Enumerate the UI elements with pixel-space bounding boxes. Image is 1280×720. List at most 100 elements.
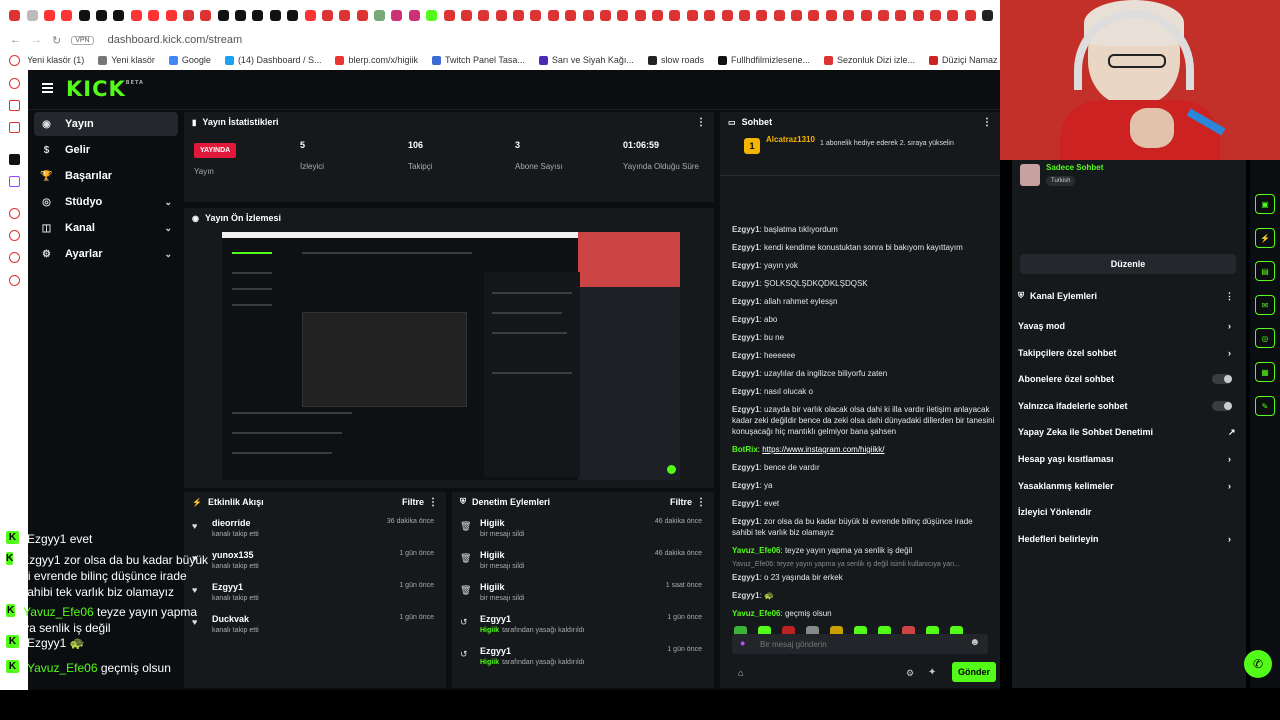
gift-icon[interactable]: ⌂	[738, 668, 743, 678]
chat-message[interactable]: Ezgyy1: heeeeee	[720, 346, 995, 364]
message-input-box[interactable]: ● ☻	[732, 634, 988, 654]
sidebar-app-icon[interactable]	[9, 208, 20, 219]
nav-item-stüdyo[interactable]: ◎ Stüdyo ⌄	[34, 190, 178, 214]
chat-message[interactable]: Yavuz_Efe06: teyze yayın yapma ya senlik…	[720, 541, 995, 559]
sidebar-app-icon[interactable]	[9, 100, 20, 111]
send-button[interactable]: Gönder	[952, 662, 996, 682]
tab-favicon-icon[interactable]	[825, 9, 837, 21]
wrench-icon[interactable]: ✎	[1255, 396, 1275, 416]
stream-preview[interactable]	[222, 232, 680, 480]
bookmark-item[interactable]: Fullhdfilmizlesene...	[717, 55, 810, 65]
twitch-icon[interactable]	[9, 176, 20, 187]
sidebar-app-icon[interactable]	[9, 55, 20, 66]
tab-favicon-icon[interactable]	[252, 9, 264, 21]
address-bar[interactable]: ← → ↻ VPN dashboard.kick.com/stream	[0, 30, 1000, 50]
activity-filter-button[interactable]: Filtre	[402, 497, 424, 507]
bookmark-item[interactable]: (14) Dashboard / S...	[224, 55, 321, 65]
activity-item[interactable]: ♥ dieorride kanalı takip etti 36 dakika önc…	[184, 512, 446, 544]
tab-favicon-icon[interactable]	[877, 9, 889, 21]
moderation-item[interactable]: ↺ Ezgyy1 Higiik tarafından yasağı kaldırıld…	[452, 640, 714, 672]
chat-message[interactable]: Ezgyy1: evet	[720, 494, 995, 512]
moderation-item[interactable]: 🗑 Higiik bir mesajı sildi 46 dakika önce	[452, 544, 714, 576]
action-item[interactable]: Yalnızca ifadelerle sohbet	[1018, 400, 1242, 417]
tab-favicon-icon[interactable]	[443, 9, 455, 21]
tab-favicon-icon[interactable]	[738, 9, 750, 21]
tab-favicon-icon[interactable]	[426, 9, 438, 21]
pinned-gift[interactable]: 1 Alcatraz1310 1 abonelik hediye ederek …	[720, 132, 1000, 176]
bolt-icon[interactable]: ⚡	[1255, 228, 1275, 248]
gear-icon[interactable]	[9, 275, 20, 286]
action-item[interactable]: İzleyici Yönlendir	[1018, 507, 1242, 523]
chat-message[interactable]: Yavuz_Efe06: geçmiş olsun	[720, 604, 995, 622]
nav-item-başarılar[interactable]: 🏆 Başarılar	[34, 164, 178, 188]
chat-username[interactable]: Ezgyy1	[732, 499, 760, 508]
chat-username[interactable]: Ezgyy1	[732, 591, 760, 600]
action-item[interactable]: Takipçilere özel sohbet ›	[1018, 348, 1242, 364]
chat-username[interactable]: Ezgyy1	[732, 297, 760, 306]
tab-favicon-icon[interactable]	[652, 9, 664, 21]
tab-favicon-icon[interactable]	[773, 9, 785, 21]
mic-icon[interactable]: ●	[740, 638, 745, 648]
action-item[interactable]: Yapay Zeka ile Sohbet Denetimi ↗	[1018, 427, 1242, 443]
chat-username[interactable]: Ezgyy1	[732, 261, 760, 270]
tab-favicon-icon[interactable]	[269, 9, 281, 21]
tab-favicon-icon[interactable]	[287, 9, 299, 21]
chat-message[interactable]: Ezgyy1: 🐢	[720, 586, 995, 604]
bookmark-item[interactable]: blerp.com/x/higiik	[335, 55, 418, 65]
bookmark-item[interactable]: Sarı ve Siyah Kağı...	[538, 55, 634, 65]
chat-username[interactable]: Ezgyy1	[732, 481, 760, 490]
toggle-switch[interactable]	[1212, 374, 1232, 385]
tab-favicon-icon[interactable]	[339, 9, 351, 21]
chat-message[interactable]: Ezgyy1: o 23 yaşında bir erkek	[720, 568, 995, 586]
chat-username[interactable]: Ezgyy1	[732, 573, 760, 582]
more-icon[interactable]: ⋮	[982, 117, 992, 128]
url-text[interactable]: dashboard.kick.com/stream	[108, 34, 243, 46]
tab-favicon-icon[interactable]	[756, 9, 768, 21]
tab-favicon-icon[interactable]	[686, 9, 698, 21]
tab-favicon-icon[interactable]	[61, 9, 73, 21]
chat-icon[interactable]: ✉	[1255, 295, 1275, 315]
menu-icon[interactable]	[42, 83, 53, 93]
chat-message[interactable]: Ezgyy1: kendi kendime konustuktan sonra …	[720, 238, 995, 256]
moderation-filter-button[interactable]: Filtre	[670, 497, 692, 507]
chat-message[interactable]: Ezgyy1: allah rahmet eylesşn	[720, 292, 995, 310]
chat-username[interactable]: Ezgyy1	[732, 243, 760, 252]
activity-item[interactable]: ♥ yunox135 kanalı takip etti 1 gün önce	[184, 544, 446, 576]
bookmark-item[interactable]: slow roads	[647, 55, 704, 65]
chat-link[interactable]: https://www.instagram.com/higiikk/	[762, 445, 884, 454]
chat-username[interactable]: Ezgyy1	[732, 369, 760, 378]
tab-favicon-icon[interactable]	[9, 9, 21, 21]
badge-icon[interactable]: ✦	[928, 667, 936, 678]
chat-message[interactable]: Ezgyy1: nasıl olucak o	[720, 382, 995, 400]
tab-favicon-icon[interactable]	[930, 9, 942, 21]
tab-favicon-icon[interactable]	[304, 9, 316, 21]
reload-icon[interactable]: ↻	[52, 34, 61, 47]
kick-logo[interactable]: KICKBETA	[66, 77, 144, 101]
chat-username[interactable]: Ezgyy1	[732, 279, 760, 288]
tab-favicon-icon[interactable]	[669, 9, 681, 21]
tab-favicon-icon[interactable]	[843, 9, 855, 21]
action-item[interactable]: Yavaş mod ›	[1018, 321, 1242, 337]
more-icon[interactable]: ⋮	[428, 497, 438, 508]
chat-username[interactable]: Ezgyy1	[732, 387, 760, 396]
tab-favicon-icon[interactable]	[808, 9, 820, 21]
tab-favicon-icon[interactable]	[78, 9, 90, 21]
action-item[interactable]: Hesap yaşı kısıtlaması ›	[1018, 454, 1242, 470]
tab-favicon-icon[interactable]	[947, 9, 959, 21]
forward-icon[interactable]: →	[31, 34, 42, 46]
more-icon[interactable]: ⋮	[1225, 291, 1234, 302]
chat-username[interactable]: Ezgyy1	[732, 463, 760, 472]
tab-favicon-icon[interactable]	[235, 9, 247, 21]
tab-favicon-icon[interactable]	[200, 9, 212, 21]
chat-username[interactable]: Ezgyy1	[732, 315, 760, 324]
vpn-badge[interactable]: VPN	[71, 35, 94, 45]
clock-icon[interactable]	[9, 230, 20, 241]
tab-favicon-icon[interactable]	[26, 9, 38, 21]
chat-username[interactable]: BotRix	[732, 445, 758, 454]
bookmark-item[interactable]: Düziçi Namaz Vak	[929, 55, 1000, 65]
sidebar-app-icon[interactable]	[9, 78, 20, 89]
chat-message[interactable]: BotRix: https://www.instagram.com/higiik…	[720, 440, 995, 458]
layout-icon[interactable]: ▦	[1255, 362, 1275, 382]
tab-favicon-icon[interactable]	[565, 9, 577, 21]
tab-favicon-icon[interactable]	[895, 9, 907, 21]
